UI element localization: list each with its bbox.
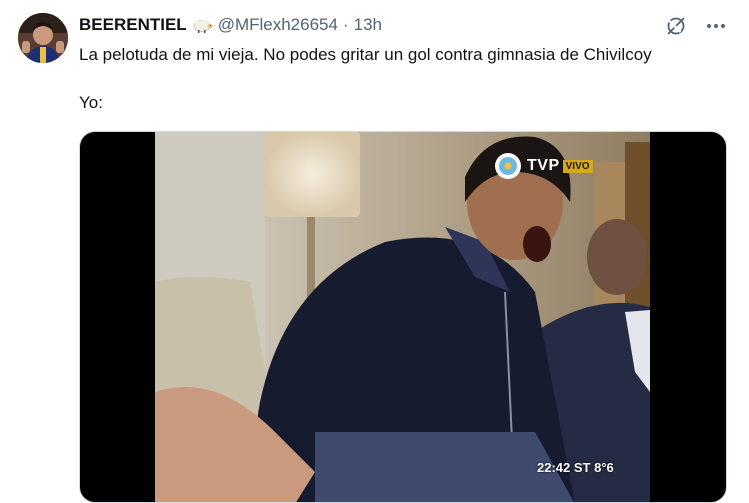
tweet[interactable]: BEERENTIEL @MFlexh26654 · 13h La pelotud…	[0, 0, 749, 503]
more-icon[interactable]	[703, 14, 729, 38]
tvp-logo: TVP VIVO	[494, 152, 593, 180]
avatar[interactable]	[18, 13, 68, 63]
handle[interactable]: @MFlexh26654	[218, 15, 338, 35]
display-name[interactable]: BEERENTIEL	[79, 15, 187, 35]
grok-icon[interactable]	[663, 14, 689, 38]
separator-dot: ·	[342, 15, 349, 34]
media-image[interactable]: TVP VIVO 22:42 ST 8°6	[79, 131, 727, 503]
tweet-text-line-1: La pelotuda de mi vieja. No podes gritar…	[79, 45, 652, 64]
channel-name: TVP	[527, 157, 560, 174]
tweet-header: BEERENTIEL @MFlexh26654 · 13h	[79, 14, 382, 36]
tvp-emblem-icon	[495, 153, 521, 179]
tweet-actions	[663, 14, 729, 38]
tweet-text-line-2: Yo:	[79, 93, 103, 112]
live-badge: VIVO	[562, 159, 593, 173]
timestamp[interactable]: 13h	[354, 15, 382, 35]
match-clock: 22:42 ST 8°6	[537, 460, 614, 475]
sheep-icon	[192, 15, 214, 35]
video-frame	[155, 132, 650, 502]
